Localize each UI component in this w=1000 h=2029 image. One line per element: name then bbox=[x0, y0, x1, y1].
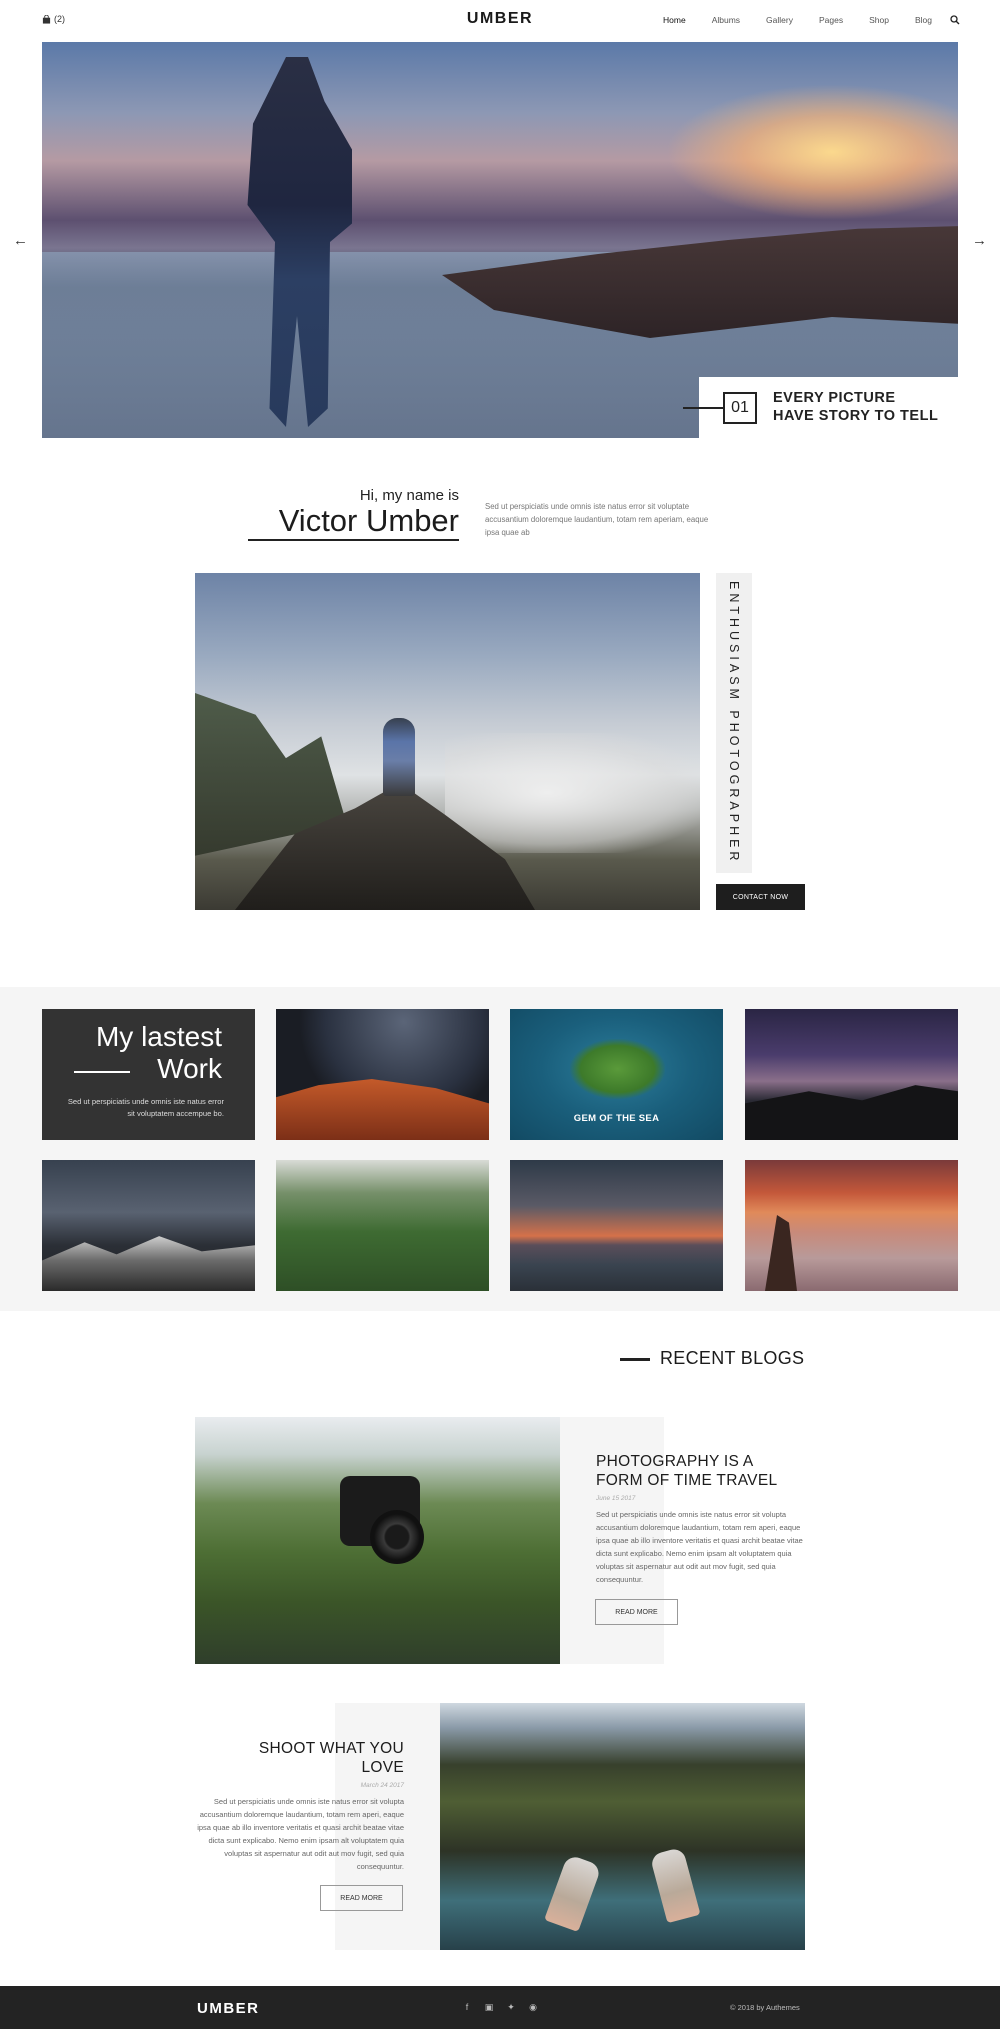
mountain-silhouette bbox=[745, 1085, 958, 1140]
slide-number: 01 bbox=[723, 392, 757, 424]
feature-photographer-figure bbox=[383, 718, 415, 796]
blog-card-1-title-line-2: FORM OF TIME TRAVEL bbox=[596, 1472, 778, 1489]
footer-logo[interactable]: UMBER bbox=[197, 2000, 260, 2017]
snow-mountains bbox=[42, 1236, 255, 1291]
copyright-text: © 2018 by Authemes bbox=[730, 2003, 800, 2012]
sea-stack-rock bbox=[765, 1215, 797, 1291]
main-nav: Home Albums Gallery Pages Shop Blog bbox=[663, 15, 958, 25]
name-underline bbox=[248, 539, 459, 541]
about-description: Sed ut perspiciatis unde omnis iste natu… bbox=[485, 502, 709, 537]
gallery-tile-star-trails[interactable] bbox=[276, 1009, 489, 1140]
blog-card-2-date: March 24 2017 bbox=[360, 1782, 404, 1789]
red-rock-formation bbox=[276, 1079, 489, 1140]
work-description: Sed ut perspiciatis unde omnis iste natu… bbox=[67, 1097, 224, 1118]
caption-line-2: HAVE STORY TO TELL bbox=[773, 408, 939, 424]
blog-card-2-image[interactable] bbox=[440, 1703, 805, 1950]
camera-lens bbox=[370, 1510, 424, 1564]
nav-item-albums[interactable]: Albums bbox=[712, 15, 740, 25]
gallery-tile-green-mountain[interactable] bbox=[276, 1160, 489, 1291]
blog-card-2-excerpt: Sed ut perspiciatis unde omnis iste natu… bbox=[197, 1797, 404, 1871]
gallery-tile-sunset-pier[interactable] bbox=[510, 1160, 723, 1291]
gallery-tile-snowy-peaks[interactable] bbox=[42, 1160, 255, 1291]
nav-item-blog[interactable]: Blog bbox=[915, 15, 932, 25]
caption-text: EVERY PICTURE HAVE STORY TO TELL bbox=[773, 389, 938, 425]
blog-card-1-date: June 15 2017 bbox=[596, 1495, 636, 1502]
caption-line bbox=[683, 407, 723, 409]
blog-card-1-excerpt: Sed ut perspiciatis unde omnis iste natu… bbox=[596, 1510, 803, 1584]
vertical-label-text: ENTHUSIASM PHOTOGRAPHER bbox=[727, 581, 741, 865]
gallery-tile-gem-of-the-sea[interactable]: GEM OF THE SEA bbox=[510, 1009, 723, 1140]
latest-work-panel: My lastest Work Sed ut perspiciatis unde… bbox=[42, 1009, 255, 1140]
next-slide-arrow-icon[interactable]: → bbox=[972, 232, 987, 249]
social-links: f ▣ ✦ ◉ bbox=[462, 2002, 538, 2013]
twitter-icon[interactable]: ✦ bbox=[506, 2002, 516, 2013]
facebook-icon[interactable]: f bbox=[462, 2002, 472, 2013]
search-icon[interactable] bbox=[950, 15, 960, 25]
feature-fog bbox=[445, 733, 700, 853]
prev-slide-arrow-icon[interactable]: ← bbox=[13, 232, 28, 249]
blog-card-2-title[interactable]: SHOOT WHAT YOU LOVE bbox=[190, 1739, 404, 1777]
nav-item-shop[interactable]: Shop bbox=[869, 15, 889, 25]
hero-caption: 01 EVERY PICTURE HAVE STORY TO TELL bbox=[683, 377, 958, 438]
work-title-line-1: My lastest bbox=[95, 1021, 222, 1052]
blog-card-1-title-line-1: PHOTOGRAPHY IS A bbox=[596, 1453, 754, 1470]
instagram-icon[interactable]: ▣ bbox=[484, 2002, 494, 2013]
nav-item-home[interactable]: Home bbox=[663, 15, 686, 25]
recent-blogs-line bbox=[620, 1358, 650, 1361]
contact-now-button[interactable]: CONTACT NOW bbox=[716, 884, 805, 910]
blog-card-2-read-more-button[interactable]: READ MORE bbox=[320, 1885, 403, 1911]
site-header: (2) UMBER Home Albums Gallery Pages Shop… bbox=[0, 0, 1000, 42]
pinterest-icon[interactable]: ◉ bbox=[528, 2002, 538, 2013]
vertical-label: ENTHUSIASM PHOTOGRAPHER bbox=[716, 573, 752, 873]
blog-card-1-title[interactable]: PHOTOGRAPHY IS A FORM OF TIME TRAVEL bbox=[596, 1452, 826, 1490]
island bbox=[570, 1039, 665, 1099]
site-footer: UMBER f ▣ ✦ ◉ © 2018 by Authemes bbox=[0, 1986, 1000, 2029]
photographer-name: Victor Umber bbox=[278, 503, 459, 538]
feature-photo bbox=[195, 573, 700, 910]
blog-card-2-title-line-1: SHOOT WHAT YOU bbox=[258, 1740, 404, 1757]
nav-item-pages[interactable]: Pages bbox=[819, 15, 843, 25]
recent-blogs-title: RECENT BLOGS bbox=[660, 1348, 805, 1368]
gallery-tile-milky-way[interactable] bbox=[745, 1009, 958, 1140]
caption-line-1: EVERY PICTURE bbox=[773, 390, 896, 406]
gallery-tile-sea-stacks[interactable] bbox=[745, 1160, 958, 1291]
work-title-line-2: Work bbox=[157, 1053, 222, 1084]
gem-of-the-sea-label: GEM OF THE SEA bbox=[573, 1113, 660, 1124]
greeting-text: Hi, my name is bbox=[359, 487, 459, 504]
blog-card-1-read-more-button[interactable]: READ MORE bbox=[595, 1599, 678, 1625]
blog-card-2-title-line-2: LOVE bbox=[361, 1759, 404, 1776]
nav-item-gallery[interactable]: Gallery bbox=[766, 15, 793, 25]
